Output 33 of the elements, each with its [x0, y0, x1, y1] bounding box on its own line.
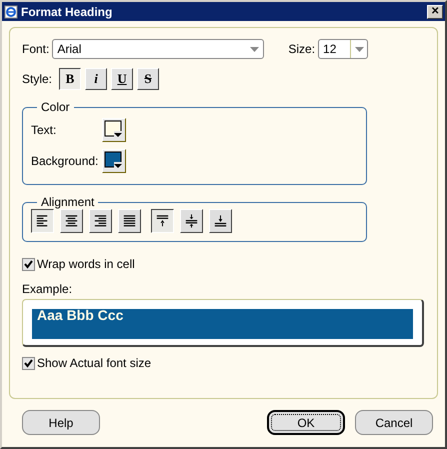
dialog-button[interactable]: Cancel — [355, 410, 433, 435]
app-icon — [4, 4, 18, 18]
window-title: Format Heading — [21, 4, 114, 18]
example-label: Example: — [22, 282, 74, 296]
top-align-icon — [154, 213, 171, 229]
caret-icon — [250, 46, 260, 52]
style-label: Style: — [22, 72, 52, 86]
alignment-button[interactable] — [31, 209, 54, 233]
bottom-align-icon — [212, 213, 229, 229]
justify-align-icon — [121, 213, 138, 229]
group-title: Alignment — [40, 195, 96, 209]
font-label: Font: — [22, 42, 50, 56]
style-button[interactable]: U — [111, 68, 134, 90]
dialog-button[interactable]: OK — [267, 410, 345, 435]
style-button[interactable]: B — [59, 68, 82, 90]
wrap-checkbox[interactable]: Wrap words in cell — [22, 257, 437, 271]
group-title: Color — [40, 100, 71, 114]
middle-align-icon — [183, 213, 200, 229]
dialog-button[interactable]: Help — [22, 410, 100, 435]
close-button[interactable]: ✕ — [427, 4, 443, 18]
color-label: Text: — [31, 123, 58, 137]
style-button[interactable]: S — [137, 68, 160, 90]
color-label: Background: — [31, 154, 100, 168]
size-label: Size: — [288, 42, 316, 56]
center-align-icon — [63, 213, 80, 229]
style-button[interactable]: i — [85, 68, 108, 90]
font-dropdown[interactable]: Arial — [52, 39, 264, 59]
right-align-icon — [92, 213, 109, 229]
alignment-button[interactable] — [151, 209, 174, 233]
preview-text: Aaa Bbb Ccc — [37, 309, 124, 321]
caret-icon — [355, 46, 364, 52]
size-dropdown[interactable]: 12 — [318, 39, 368, 59]
actual-size-checkbox[interactable]: Show Actual font size — [22, 356, 437, 370]
